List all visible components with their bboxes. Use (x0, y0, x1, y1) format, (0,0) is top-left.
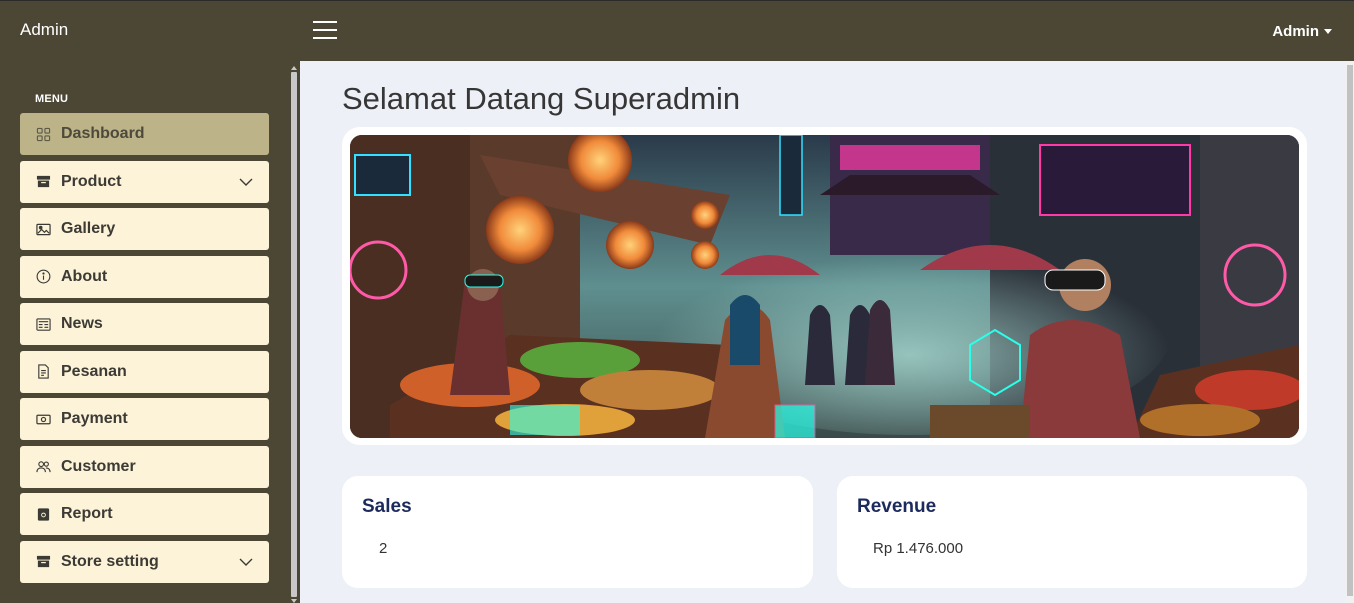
main-scrollbar[interactable] (1346, 61, 1354, 603)
archive-icon (35, 174, 51, 190)
sales-card: Sales 2 (342, 476, 813, 588)
document-icon (35, 364, 51, 380)
sidebar-item-payment[interactable]: Payment (20, 398, 269, 440)
archive-icon (35, 554, 51, 570)
top-navbar: Admin Admin (0, 0, 1354, 61)
page-title: Selamat Datang Superadmin (342, 81, 741, 116)
chevron-down-icon (239, 558, 253, 566)
sidebar-item-label: Pesanan (61, 362, 127, 380)
user-dropdown-label: Admin (1272, 23, 1319, 40)
user-dropdown[interactable]: Admin (1272, 23, 1332, 40)
sidebar-item-about[interactable]: About (20, 255, 269, 298)
hamburger-menu-icon[interactable] (313, 21, 337, 41)
sidebar-item-label: Customer (61, 457, 136, 475)
sidebar-item-label: Gallery (61, 220, 116, 237)
sidebar-item-pesanan[interactable]: Pesanan (20, 350, 269, 393)
sidebar-scrollbar-thumb[interactable] (291, 72, 297, 597)
info-icon (35, 269, 51, 285)
chevron-down-icon (239, 178, 253, 186)
sidebar-item-label: Product (61, 172, 122, 190)
revenue-card-title: Revenue (857, 496, 937, 517)
sales-card-value: 2 (379, 540, 388, 557)
sidebar-item-report[interactable]: Report (20, 493, 269, 535)
sidebar-item-label: Store setting (61, 552, 159, 570)
caret-down-icon (1324, 29, 1332, 34)
sidebar-item-dashboard[interactable]: Dashboard (20, 113, 269, 155)
grid-icon (35, 126, 51, 142)
sidebar-scrollbar[interactable] (289, 66, 299, 603)
banner-card (342, 127, 1307, 445)
main-scrollbar-thumb[interactable] (1347, 65, 1353, 596)
revenue-card-value: Rp 1.476.000 (873, 540, 964, 557)
sidebar-item-customer[interactable]: Customer (20, 445, 269, 488)
sidebar-item-label: Payment (61, 410, 128, 427)
sidebar-item-news[interactable]: News (20, 303, 269, 345)
sidebar-item-product[interactable]: Product (20, 160, 269, 203)
menu-heading: MENU (35, 93, 69, 105)
revenue-card: Revenue Rp 1.476.000 (837, 476, 1307, 588)
sales-card-title: Sales (362, 496, 412, 517)
sidebar-menu: Dashboard Product Gallery About News Pes… (20, 113, 269, 588)
sidebar-item-label: News (61, 315, 103, 332)
market-banner-image (350, 135, 1299, 438)
report-icon (35, 506, 51, 522)
sidebar-item-label: Dashboard (61, 125, 145, 142)
image-icon (35, 221, 51, 237)
brand-title[interactable]: Admin (20, 20, 68, 40)
newspaper-icon (35, 316, 51, 332)
sidebar-item-store-setting[interactable]: Store setting (20, 540, 269, 583)
sidebar: MENU Dashboard Product Gallery About New… (0, 61, 300, 603)
main-content: Selamat Datang Superadmin Sales 2 Revenu… (300, 61, 1346, 603)
cash-icon (35, 411, 51, 427)
sidebar-item-label: About (61, 267, 108, 285)
sidebar-item-gallery[interactable]: Gallery (20, 208, 269, 250)
people-icon (35, 459, 51, 475)
sidebar-item-label: Report (61, 505, 113, 522)
scroll-up-arrow-icon[interactable] (291, 66, 297, 70)
scroll-down-arrow-icon[interactable] (291, 599, 297, 603)
